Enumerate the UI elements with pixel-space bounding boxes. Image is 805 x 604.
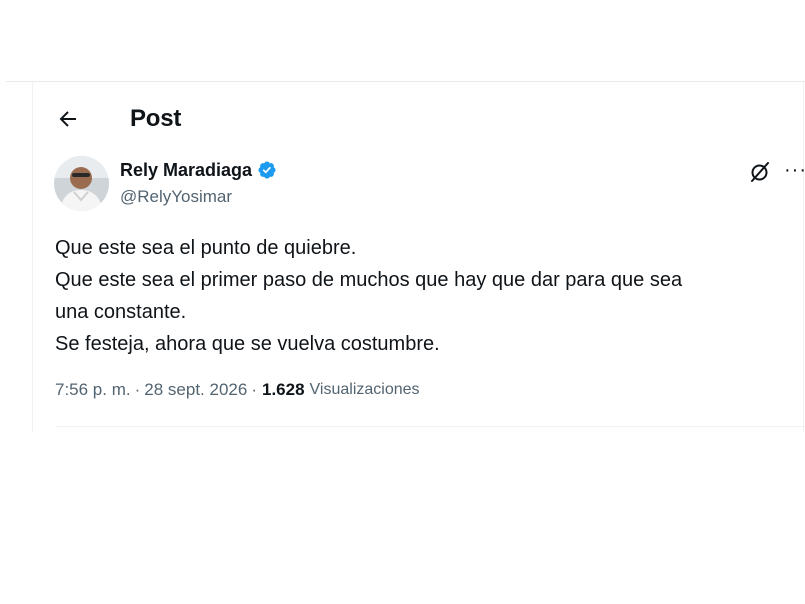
tweet-line: Se festeja, ahora que se vuelva costumbr…	[55, 333, 440, 355]
left-border	[32, 82, 33, 432]
post-date[interactable]: 28 sept. 2026	[144, 380, 247, 400]
views-count: 1.628	[261, 380, 305, 399]
tweet-text: Que este sea el punto de quiebre. Que es…	[55, 232, 795, 360]
verified-badge-icon	[257, 160, 277, 180]
tweet-line: Que este sea el primer paso de muchos qu…	[55, 269, 683, 291]
grok-icon[interactable]	[748, 160, 772, 184]
meta-separator: ·	[134, 380, 141, 399]
author-info: Rely Maradiaga @RelyYosimar	[120, 158, 277, 207]
more-options-icon[interactable]: ···	[784, 158, 805, 182]
bottom-divider	[55, 426, 805, 427]
display-name[interactable]: Rely Maradiaga	[120, 160, 252, 181]
post-header: Post	[54, 104, 181, 134]
page-title: Post	[130, 105, 182, 132]
views-label: Visualizaciones	[309, 381, 420, 398]
meta-separator: ·	[251, 380, 257, 399]
user-handle[interactable]: @RelyYosimar	[120, 187, 277, 207]
avatar[interactable]	[54, 156, 109, 211]
arrow-left-icon[interactable]	[54, 105, 82, 133]
right-border	[803, 82, 804, 432]
post-detail-view: Post Rely Maradiaga @RelyYosimar ··· Que…	[0, 0, 805, 604]
tweet-line: Que este sea el punto de quiebre.	[55, 237, 357, 259]
top-divider	[6, 81, 805, 82]
tweet-line: una constante.	[55, 301, 187, 323]
post-time[interactable]: 7:56 p. m.	[55, 380, 131, 400]
tweet-metadata: 7:56 p. m. · 28 sept. 2026 · 1.628 Visua…	[55, 380, 420, 400]
